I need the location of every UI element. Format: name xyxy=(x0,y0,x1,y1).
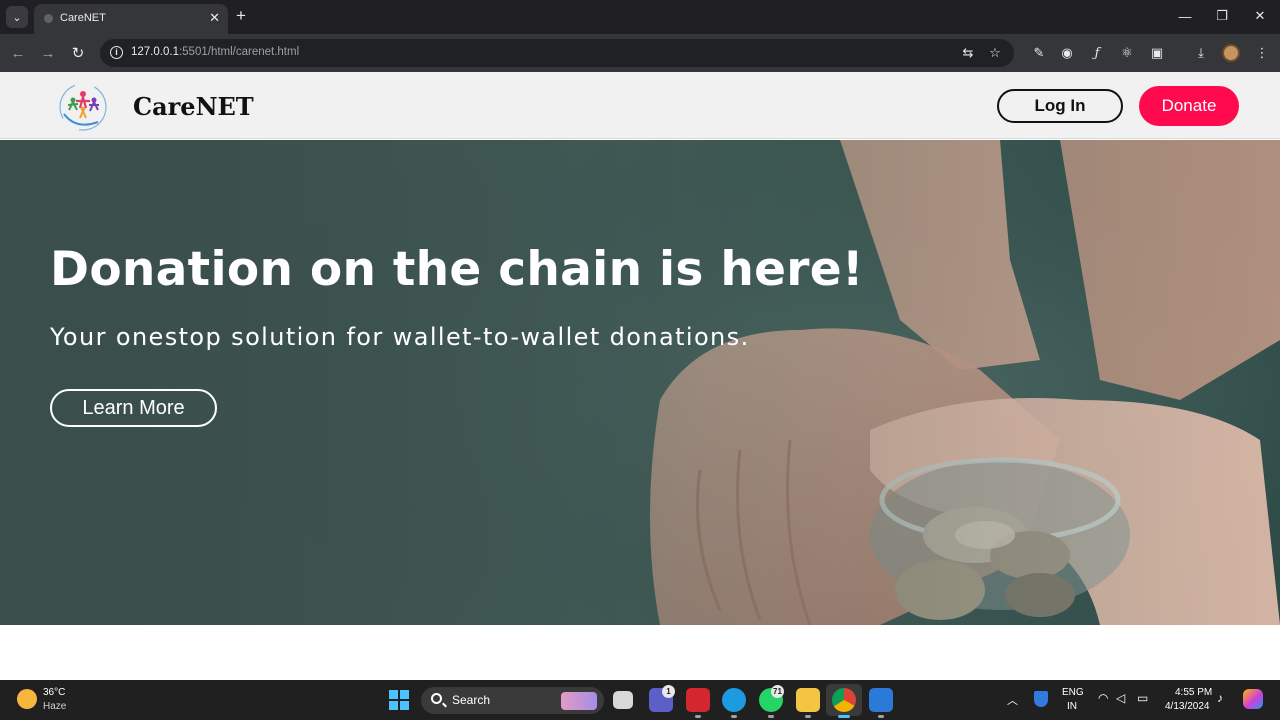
weather-temperature[interactable]: 36°C xyxy=(43,687,65,698)
browser-toolbar: ← → ↻ i 127.0.0.1:5501/html/carenet.html… xyxy=(0,34,1280,72)
browser-tab-strip: ⌄ CareNET ✕ + — ❐ ✕ xyxy=(0,0,1280,34)
windows-taskbar: 36°C Haze Search 1 71 ︿ ENG IN ◠ ◁ ▭ 4:5… xyxy=(0,680,1280,720)
edge-icon[interactable] xyxy=(722,688,746,712)
site-header: CareNET Log In Donate xyxy=(0,72,1280,139)
brand-name[interactable]: CareNET xyxy=(133,92,254,121)
tab-favicon-icon xyxy=(44,14,53,23)
vscode-running-indicator xyxy=(878,715,884,718)
acrobat-icon[interactable] xyxy=(686,688,710,712)
new-tab-button[interactable]: + xyxy=(236,7,246,25)
weather-description[interactable]: Haze xyxy=(43,701,66,712)
site-info-icon[interactable]: i xyxy=(110,46,123,59)
translate-icon[interactable]: ⇆ xyxy=(960,45,976,61)
file-explorer-running-indicator xyxy=(805,715,811,718)
volume-icon[interactable]: ◁ xyxy=(1116,691,1125,705)
close-window-button[interactable]: ✕ xyxy=(1249,6,1271,26)
clock-time[interactable]: 4:55 PM xyxy=(1175,687,1212,698)
hero-title: Donation on the chain is here! xyxy=(50,242,864,297)
extension-icon[interactable]: ✎ xyxy=(1030,44,1048,62)
clock-date[interactable]: 4/13/2024 xyxy=(1165,701,1210,712)
puzzle-icon[interactable]: ▣ xyxy=(1148,44,1166,62)
whatsapp-running-indicator xyxy=(768,715,774,718)
acrobat-running-indicator xyxy=(695,715,701,718)
forward-arrow-icon[interactable]: → xyxy=(37,42,59,64)
chrome-active-indicator xyxy=(838,715,850,718)
minimize-button[interactable]: — xyxy=(1174,6,1196,26)
task-view-icon[interactable] xyxy=(613,691,633,709)
tab-close-icon[interactable]: ✕ xyxy=(209,10,220,26)
url-path: :5501/html/carenet.html xyxy=(178,46,300,58)
chrome-icon[interactable] xyxy=(832,688,856,712)
reload-icon[interactable]: ↻ xyxy=(67,42,89,64)
whatsapp-badge: 71 xyxy=(771,685,784,698)
back-arrow-icon[interactable]: ← xyxy=(7,42,29,64)
page-bottom-area xyxy=(0,625,1280,680)
wifi-icon[interactable]: ◠ xyxy=(1098,691,1108,705)
react-icon[interactable]: ⚛ xyxy=(1118,44,1136,62)
camera-icon[interactable]: ◉ xyxy=(1058,44,1076,62)
teams-badge: 1 xyxy=(662,685,675,698)
profile-avatar[interactable] xyxy=(1222,44,1240,62)
language-indicator-line1[interactable]: ENG xyxy=(1062,687,1084,698)
search-icon xyxy=(431,693,442,704)
maximize-button[interactable]: ❐ xyxy=(1211,6,1233,26)
language-indicator-line2[interactable]: IN xyxy=(1067,701,1077,712)
donate-button[interactable]: Donate xyxy=(1139,86,1239,126)
hero-background-image xyxy=(0,140,1280,625)
weather-icon[interactable] xyxy=(17,689,37,709)
login-button[interactable]: Log In xyxy=(997,89,1123,123)
search-label: Search xyxy=(452,693,491,707)
url-host: 127.0.0.1 xyxy=(131,46,179,58)
carenet-logo[interactable] xyxy=(58,82,108,132)
tab-search-dropdown-icon[interactable]: ⌄ xyxy=(6,6,28,28)
taskbar-search-box[interactable]: Search xyxy=(421,687,604,714)
kebab-menu-icon[interactable]: ⋮ xyxy=(1253,44,1271,62)
notification-bell-icon[interactable]: ♪ xyxy=(1217,691,1223,705)
download-icon[interactable]: ⤓ xyxy=(1192,44,1210,62)
edge-running-indicator xyxy=(731,715,737,718)
hero-section: Donation on the chain is here! Your ones… xyxy=(0,140,1280,625)
defender-shield-icon[interactable] xyxy=(1034,691,1048,707)
tab-title: CareNET xyxy=(60,12,106,24)
address-bar[interactable]: i 127.0.0.1:5501/html/carenet.html ⇆ ☆ xyxy=(100,39,1014,67)
browser-tab[interactable]: CareNET ✕ xyxy=(34,4,228,34)
search-highlight-icon xyxy=(561,692,597,710)
file-explorer-icon[interactable] xyxy=(796,688,820,712)
url-text[interactable]: 127.0.0.1:5501/html/carenet.html xyxy=(131,46,299,58)
hero-subtitle: Your onestop solution for wallet-to-wall… xyxy=(50,323,750,351)
start-icon[interactable] xyxy=(389,690,409,710)
tray-overflow-chevron-icon[interactable]: ︿ xyxy=(1007,692,1018,708)
bookmark-star-icon[interactable]: ☆ xyxy=(987,45,1003,61)
fx-icon[interactable]: ƒ xyxy=(1088,44,1106,62)
battery-icon[interactable]: ▭ xyxy=(1137,691,1148,705)
learn-more-button[interactable]: Learn More xyxy=(50,389,217,427)
copilot-icon[interactable] xyxy=(1243,689,1263,709)
vscode-icon[interactable] xyxy=(869,688,893,712)
